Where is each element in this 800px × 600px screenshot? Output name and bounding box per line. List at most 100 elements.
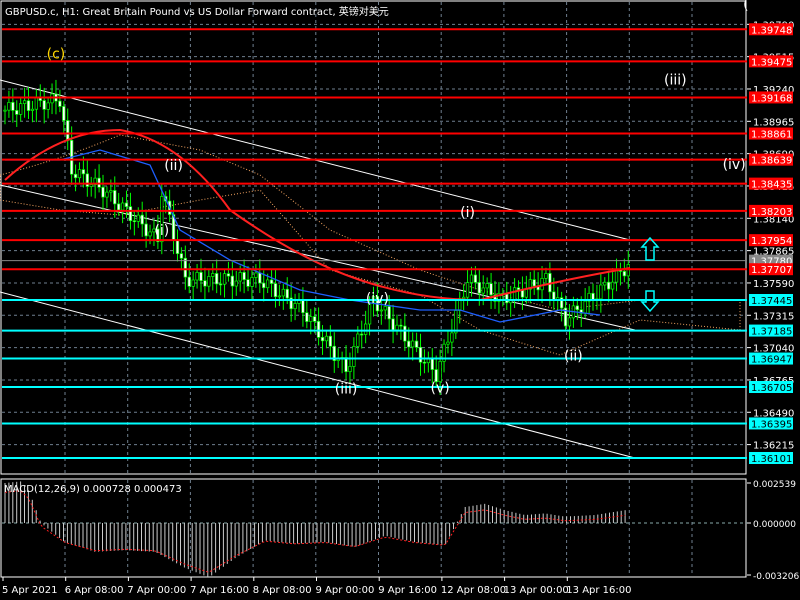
time-tick-label: 13 Apr 16:00 (566, 585, 631, 596)
candle-body (505, 293, 509, 304)
wave-label: (i) (460, 205, 475, 221)
candle-body (469, 274, 474, 283)
candle-body (411, 340, 415, 348)
wave-label: (v) (431, 380, 450, 396)
resistance-label: 1.37954 (751, 236, 792, 247)
chart-title: GBPUSD.c, H1: Great Britain Pound vs US … (5, 7, 389, 18)
candle-body (418, 346, 423, 363)
candle-body (607, 281, 611, 290)
candle-body (285, 288, 289, 299)
candle-body (516, 287, 521, 291)
candle-body (222, 273, 227, 285)
candle-body (352, 346, 356, 367)
candle-body (567, 317, 572, 327)
candle-body (226, 273, 231, 277)
candle-body (113, 190, 117, 205)
candle-body (461, 296, 466, 299)
candle-body (422, 361, 427, 364)
candle-body (234, 280, 238, 287)
resistance-label: 1.39475 (751, 57, 792, 68)
arrow-up-icon (640, 236, 660, 261)
candle-body (89, 184, 93, 187)
price-tick-label: 1.36215 (753, 441, 794, 452)
candle-body (277, 295, 282, 298)
candle-body (58, 100, 62, 107)
candle-body (438, 360, 442, 383)
wave-label: (iv) (723, 157, 746, 173)
macd-signal-line (4, 490, 626, 573)
support-label: 1.36395 (751, 419, 792, 430)
candle-body (262, 282, 266, 289)
time-tick-label: 6 Apr 08:00 (65, 585, 124, 596)
wave-label: (iii) (664, 72, 687, 88)
candle-body (540, 278, 544, 291)
resistance-label: 1.37707 (751, 265, 792, 276)
candle-body (187, 276, 191, 287)
candle-body (395, 324, 399, 331)
candle-body (175, 239, 180, 254)
candle-body (195, 272, 199, 281)
wave-label: (iv) (366, 291, 389, 307)
price-tick-label: 1.37590 (753, 279, 794, 290)
candle-body (360, 333, 364, 336)
time-tick-label: 8 Apr 08:00 (253, 585, 312, 596)
resistance-label: 1.39168 (751, 93, 792, 104)
candle-body (269, 279, 274, 284)
candle-body (489, 283, 493, 296)
candle-body (465, 282, 470, 298)
candle-body (148, 231, 152, 237)
candle-body (11, 102, 15, 111)
time-tick-label: 13 Apr 00:00 (504, 585, 569, 596)
macd-tick-label: 0.000000 (753, 520, 796, 530)
price-tick-label: 1.38965 (753, 117, 794, 128)
candle-body (316, 320, 321, 338)
candle-body (30, 108, 35, 111)
support-label: 1.37445 (751, 296, 792, 307)
support-label: 1.36947 (751, 355, 792, 366)
candle-body (258, 272, 262, 284)
macd-label: MACD(12,26,9) 0.000728 0.000473 (4, 484, 182, 495)
candle-body (250, 277, 254, 287)
candle-body (26, 100, 31, 111)
candle-body (144, 223, 148, 237)
candle-body (454, 310, 458, 334)
candle-body (273, 283, 278, 298)
candle-body (473, 274, 478, 283)
wave-label: ( (743, 0, 748, 13)
candle-body (66, 120, 70, 141)
candle-body (512, 287, 517, 301)
candle-body (481, 287, 485, 294)
candle-body (446, 341, 450, 345)
candle-body (238, 272, 242, 282)
candle-body (414, 340, 419, 348)
candle-body (399, 324, 403, 327)
candle-body (348, 366, 352, 373)
support-label: 1.36101 (751, 454, 792, 465)
candle-body (19, 103, 23, 115)
candle-body (81, 169, 86, 175)
candle-body (383, 306, 387, 311)
candle-body (218, 283, 223, 286)
candle-body (324, 335, 329, 342)
candle-body (544, 273, 548, 279)
candle-body (603, 281, 607, 286)
candle-body (124, 202, 129, 208)
candle-body (105, 191, 109, 198)
candle-body (230, 275, 235, 287)
time-tick-label: 7 Apr 00:00 (127, 585, 186, 596)
resistance-label: 1.38435 (751, 180, 792, 191)
price-chart[interactable]: 1.397901.395151.392401.389651.386901.384… (0, 0, 800, 600)
candle-body (3, 109, 7, 112)
candle-body (403, 325, 407, 342)
candle-body (15, 110, 19, 115)
candle-body (532, 279, 536, 287)
candle-body (407, 340, 411, 348)
candle-body (50, 93, 54, 104)
candle-body (379, 309, 383, 312)
candle-body (313, 316, 317, 322)
macd-tick-label: 0.002539 (753, 480, 796, 490)
candle-body (101, 186, 105, 198)
channel-line (0, 184, 636, 331)
candle-body (140, 214, 144, 225)
candle-body (128, 206, 133, 222)
